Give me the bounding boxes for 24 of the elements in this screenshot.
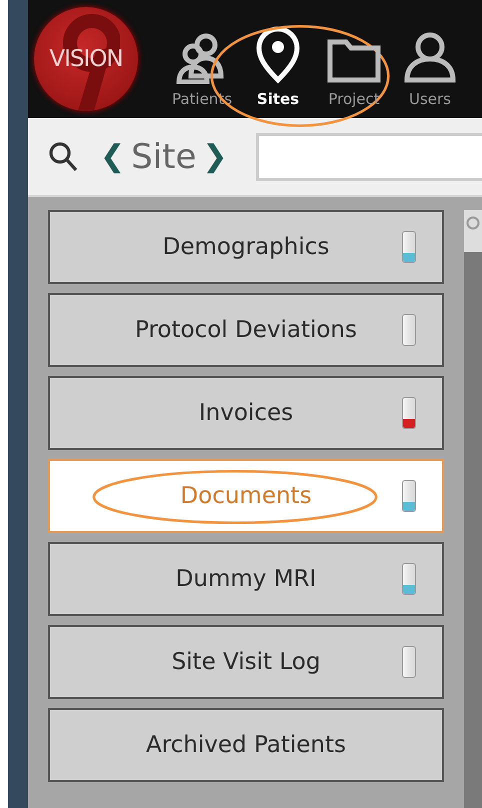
- nav-tab[interactable]: Users: [392, 0, 468, 118]
- tube-icon: [402, 563, 416, 595]
- circle-icon: [466, 216, 480, 230]
- menu-button[interactable]: Protocol Deviations: [48, 293, 444, 367]
- empty-tube-icon: [402, 646, 416, 678]
- search-icon[interactable]: [48, 140, 78, 172]
- user-icon: [403, 30, 457, 84]
- site-label: Site: [131, 136, 196, 176]
- location-pin-icon: [254, 26, 302, 84]
- site-search-field[interactable]: [256, 132, 482, 180]
- next-button[interactable]: ❯: [202, 139, 228, 174]
- nav-tab[interactable]: Sites: [240, 0, 316, 118]
- menu-button[interactable]: Site Visit Log: [48, 625, 444, 699]
- tube-icon: [402, 397, 416, 429]
- panel-tab[interactable]: [464, 210, 482, 252]
- tube-icon: [402, 480, 416, 512]
- menu-button[interactable]: Demographics: [48, 210, 444, 284]
- menu-button[interactable]: Dummy MRI: [48, 542, 444, 616]
- menu-button[interactable]: Invoices: [48, 376, 444, 450]
- menu-button[interactable]: Archived Patients: [48, 708, 444, 782]
- empty-tube-icon: [402, 314, 416, 346]
- previous-button[interactable]: ❮: [100, 139, 126, 174]
- tube-icon: [402, 231, 416, 263]
- logo-text: VISION: [49, 46, 123, 72]
